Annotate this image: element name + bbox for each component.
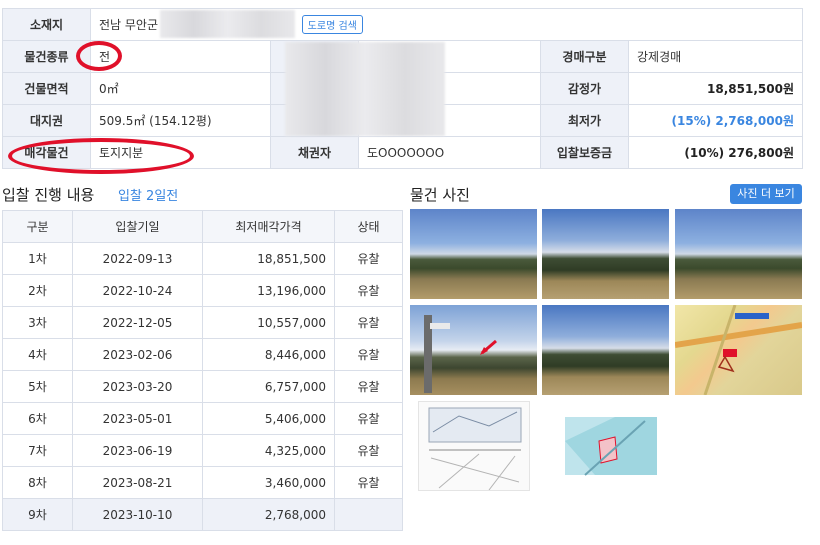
building-area-value: 0㎡ xyxy=(90,72,271,105)
column-header-date: 입찰기일 xyxy=(72,210,203,243)
price-cell: 13,196,000 xyxy=(202,274,335,307)
table-row: 4차 2023-02-06 8,446,000 유찰 xyxy=(2,338,403,371)
privacy-blur-address xyxy=(160,10,295,38)
min-price-value: (15%) 2,768,000원 xyxy=(628,104,803,137)
table-row: 1차 2022-09-13 18,851,500 유찰 xyxy=(2,242,403,275)
round-cell: 5차 xyxy=(2,370,73,403)
date-cell: 2023-02-06 xyxy=(72,338,203,371)
min-price-label: 최저가 xyxy=(540,104,629,137)
map-thumbnail-6[interactable] xyxy=(675,305,802,395)
deposit-value: (10%) 276,800원 xyxy=(628,136,803,169)
price-cell: 10,557,000 xyxy=(202,306,335,339)
appraisal-value: 18,851,500원 xyxy=(628,72,803,105)
status-cell: 유찰 xyxy=(334,434,403,467)
photo-thumbnail-1[interactable] xyxy=(410,209,537,299)
date-cell: 2023-03-20 xyxy=(72,370,203,403)
bidding-countdown: 입찰 2일전 xyxy=(118,189,179,204)
type-label: 물건종류 xyxy=(2,40,91,73)
photos-section-title: 물건 사진 xyxy=(410,186,470,204)
date-cell: 2022-10-24 xyxy=(72,274,203,307)
photo-thumbnail-2[interactable] xyxy=(542,209,669,299)
status-cell xyxy=(334,498,403,531)
price-cell: 2,768,000 xyxy=(202,498,335,531)
auction-type-label: 경매구분 xyxy=(540,40,629,73)
location-value: 전남 무안군 xyxy=(99,18,159,32)
photo-thumbnail-3[interactable] xyxy=(675,209,802,299)
table-row: 2차 2022-10-24 13,196,000 유찰 xyxy=(2,274,403,307)
table-row: 8차 2023-08-21 3,460,000 유찰 xyxy=(2,466,403,499)
photo-thumbnail-5[interactable] xyxy=(542,305,669,395)
map-thumbnail-8[interactable] xyxy=(555,401,667,491)
photo-thumbnail-4[interactable] xyxy=(410,305,537,395)
date-cell: 2023-05-01 xyxy=(72,402,203,435)
privacy-blur-center xyxy=(285,42,445,136)
type-value: 전 xyxy=(90,40,271,73)
appraisal-label: 감정가 xyxy=(540,72,629,105)
status-cell: 유찰 xyxy=(334,402,403,435)
document-thumbnail-7[interactable] xyxy=(418,401,530,491)
cadastral-map-icon xyxy=(565,417,657,476)
info-row-location: 소재지 전남 무안군 도로명 검색 xyxy=(2,8,803,41)
column-header-round: 구분 xyxy=(2,210,73,243)
status-cell: 유찰 xyxy=(334,242,403,275)
arrow-marker-icon xyxy=(424,315,497,393)
price-cell: 4,325,000 xyxy=(202,434,335,467)
table-row: 3차 2022-12-05 10,557,000 유찰 xyxy=(2,306,403,339)
round-cell: 4차 xyxy=(2,338,73,371)
map-overlay-icon xyxy=(675,305,802,395)
round-cell: 3차 xyxy=(2,306,73,339)
round-cell: 1차 xyxy=(2,242,73,275)
bidding-table: 구분 입찰기일 최저매각가격 상태 1차 2022-09-13 18,851,500… xyxy=(2,210,403,531)
land-right-value: 509.5㎡ (154.12평) xyxy=(90,104,271,137)
date-cell: 2023-10-10 xyxy=(72,498,203,531)
sale-object-label: 매각물건 xyxy=(2,136,91,169)
date-cell: 2022-09-13 xyxy=(72,242,203,275)
status-cell: 유찰 xyxy=(334,338,403,371)
status-cell: 유찰 xyxy=(334,306,403,339)
sale-object-value: 토지지분 xyxy=(90,136,271,169)
deposit-label: 입찰보증금 xyxy=(540,136,629,169)
table-row: 7차 2023-06-19 4,325,000 유찰 xyxy=(2,434,403,467)
auction-type-value: 강제경매 xyxy=(628,40,803,73)
status-cell: 유찰 xyxy=(334,370,403,403)
status-cell: 유찰 xyxy=(334,274,403,307)
round-cell: 9차 xyxy=(2,498,73,531)
road-search-button[interactable]: 도로명 검색 xyxy=(301,15,363,34)
creditor-value: 도OOOOOOO xyxy=(358,136,541,169)
status-cell: 유찰 xyxy=(334,466,403,499)
price-cell: 3,460,000 xyxy=(202,466,335,499)
price-cell: 18,851,500 xyxy=(202,242,335,275)
price-cell: 8,446,000 xyxy=(202,338,335,371)
land-right-label: 대지권 xyxy=(2,104,91,137)
round-cell: 8차 xyxy=(2,466,73,499)
date-cell: 2023-08-21 xyxy=(72,466,203,499)
column-header-status: 상태 xyxy=(334,210,403,243)
building-area-label: 건물면적 xyxy=(2,72,91,105)
round-cell: 7차 xyxy=(2,434,73,467)
round-cell: 6차 xyxy=(2,402,73,435)
bidding-section-title: 입찰 진행 내용 xyxy=(2,186,95,204)
bidding-header-row: 구분 입찰기일 최저매각가격 상태 xyxy=(2,210,403,243)
date-cell: 2022-12-05 xyxy=(72,306,203,339)
creditor-label: 채권자 xyxy=(270,136,359,169)
more-photos-button[interactable]: 사진 더 보기 xyxy=(730,184,802,204)
price-cell: 6,757,000 xyxy=(202,370,335,403)
table-row-current: 9차 2023-10-10 2,768,000 xyxy=(2,498,403,531)
date-cell: 2023-06-19 xyxy=(72,434,203,467)
round-cell: 2차 xyxy=(2,274,73,307)
column-header-price: 최저매각가격 xyxy=(202,210,335,243)
info-row-sale: 매각물건 토지지분 채권자 도OOOOOOO 입찰보증금 (10%) 276,8… xyxy=(2,136,803,169)
location-label: 소재지 xyxy=(2,8,91,41)
price-cell: 5,406,000 xyxy=(202,402,335,435)
document-drawing-icon xyxy=(428,407,522,490)
table-row: 5차 2023-03-20 6,757,000 유찰 xyxy=(2,370,403,403)
table-row: 6차 2023-05-01 5,406,000 유찰 xyxy=(2,402,403,435)
